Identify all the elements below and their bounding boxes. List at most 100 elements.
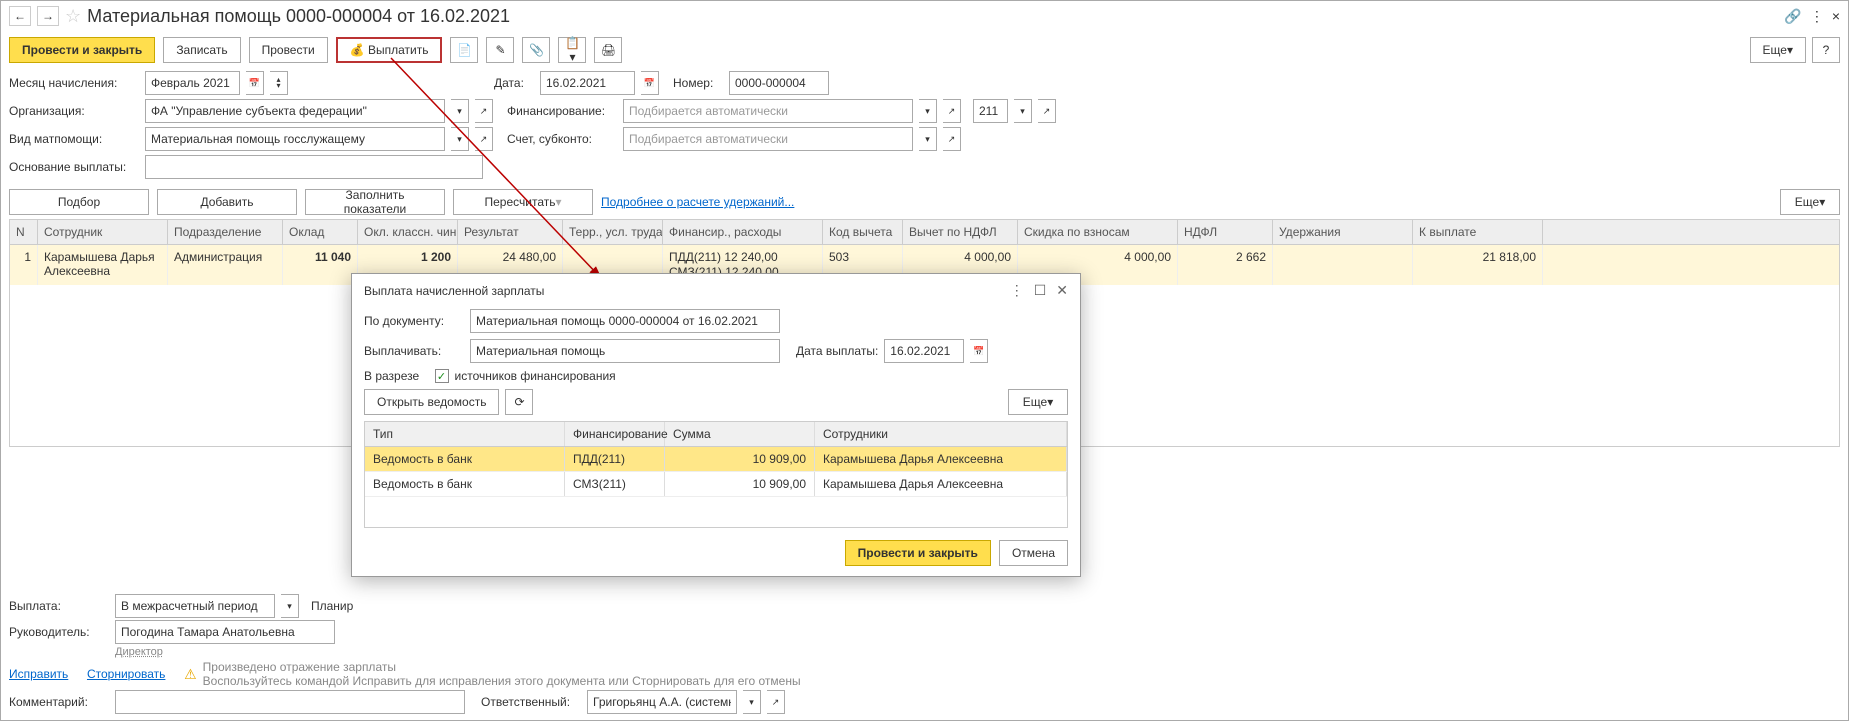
number-label: Номер: [673, 76, 723, 90]
payment-dialog: Выплата начисленной зарплаты ⋮ ☐ ✕ По до… [351, 273, 1081, 577]
date-input[interactable] [540, 71, 635, 95]
write-button[interactable]: Записать [163, 37, 240, 63]
split-check-label: источников финансирования [455, 369, 616, 383]
mgr-input[interactable] [115, 620, 335, 644]
org-open[interactable]: ↗ [475, 99, 493, 123]
attach-icon-button[interactable]: 📎 [522, 37, 550, 63]
type-dropdown[interactable]: ▾ [451, 127, 469, 151]
close-icon[interactable]: × [1832, 8, 1840, 25]
col-terr: Терр., усл. труда [563, 220, 663, 244]
copy-icon-button[interactable]: 📋▾ [558, 37, 586, 63]
recalc-button[interactable]: Пересчитать ▾ [453, 189, 593, 215]
nav-forward-button[interactable]: → [37, 6, 59, 26]
reason-input[interactable] [145, 155, 483, 179]
fix-link[interactable]: Исправить [9, 667, 68, 681]
dcol-sum: Сумма [665, 422, 815, 446]
account-label: Счет, субконто: [507, 132, 617, 146]
col-dedcode: Код вычета [823, 220, 903, 244]
resp-input[interactable] [587, 690, 737, 714]
link-icon[interactable]: 🔗 [1784, 8, 1801, 25]
money-icon: 💰 [350, 43, 365, 57]
what-label: Выплачивать: [364, 344, 464, 358]
warn-text2: Воспользуйтесь командой Исправить для ис… [203, 674, 801, 688]
type-input[interactable] [145, 127, 445, 151]
dialog-row-0[interactable]: Ведомость в банк ПДД(211) 10 909,00 Кара… [365, 447, 1067, 472]
fin-dropdown[interactable]: ▾ [919, 99, 937, 123]
col-emp: Сотрудник [38, 220, 168, 244]
open-vedomost-button[interactable]: Открыть ведомость [364, 389, 499, 415]
what-input[interactable] [470, 339, 780, 363]
pay-input[interactable] [115, 594, 275, 618]
split-checkbox[interactable]: ✓ [435, 369, 449, 383]
refresh-button[interactable]: ⟳ [505, 389, 533, 415]
col-withh: Удержания [1273, 220, 1413, 244]
paydate-calendar-icon[interactable]: 📅 [970, 339, 988, 363]
fin-open[interactable]: ↗ [943, 99, 961, 123]
details-link[interactable]: Подробнее о расчете удержаний... [601, 195, 794, 209]
more-button[interactable]: Еще ▾ [1750, 37, 1806, 63]
paydate-input[interactable] [884, 339, 964, 363]
kosgu-open[interactable]: ↗ [1038, 99, 1056, 123]
col-contrdisc: Скидка по взносам [1018, 220, 1178, 244]
dialog-row-1[interactable]: Ведомость в банк СМЗ(211) 10 909,00 Кара… [365, 472, 1067, 497]
storno-link[interactable]: Сторнировать [87, 667, 165, 681]
print-icon-button[interactable]: 🖨 [594, 37, 622, 63]
month-spinner[interactable]: ▴▾ [270, 71, 288, 95]
report-icon-button[interactable]: 📄 [450, 37, 478, 63]
kosgu-input[interactable] [973, 99, 1008, 123]
kosgu-dropdown[interactable]: ▾ [1014, 99, 1032, 123]
plan-label: Планир [311, 599, 353, 613]
dialog-close-icon[interactable]: ✕ [1056, 282, 1068, 299]
account-open[interactable]: ↗ [943, 127, 961, 151]
dialog-title: Выплата начисленной зарплаты [364, 284, 544, 298]
pick-button[interactable]: Подбор [9, 189, 149, 215]
mgr-label: Руководитель: [9, 625, 109, 639]
help-button[interactable]: ? [1812, 37, 1840, 63]
post-button[interactable]: Провести [249, 37, 328, 63]
pay-button[interactable]: 💰 Выплатить [336, 37, 443, 63]
dialog-max-icon[interactable]: ☐ [1034, 282, 1047, 299]
dcol-emp: Сотрудники [815, 422, 1067, 446]
col-salary: Оклад [283, 220, 358, 244]
dcol-fin: Финансирование [565, 422, 665, 446]
warning-icon: ⚠ [184, 666, 197, 683]
dialog-cancel-button[interactable]: Отмена [999, 540, 1068, 566]
dialog-post-close-button[interactable]: Провести и закрыть [845, 540, 991, 566]
favorite-star-icon[interactable]: ☆ [65, 6, 81, 27]
month-input[interactable] [145, 71, 240, 95]
more-icon[interactable]: ⋮ [1810, 8, 1824, 25]
account-dropdown[interactable]: ▾ [919, 127, 937, 151]
type-open[interactable]: ↗ [475, 127, 493, 151]
post-close-button[interactable]: Провести и закрыть [9, 37, 155, 63]
account-input[interactable] [623, 127, 913, 151]
month-label: Месяц начисления: [9, 76, 139, 90]
col-ndfl: НДФЛ [1178, 220, 1273, 244]
fill-button[interactable]: Заполнить показатели [305, 189, 445, 215]
col-result: Результат [458, 220, 563, 244]
resp-dropdown[interactable]: ▾ [743, 690, 761, 714]
number-input[interactable] [729, 71, 829, 95]
resp-open[interactable]: ↗ [767, 690, 785, 714]
month-calendar-icon[interactable]: 📅 [246, 71, 264, 95]
dialog-more-button[interactable]: Еще ▾ [1008, 389, 1068, 415]
date-calendar-icon[interactable]: 📅 [641, 71, 659, 95]
org-input[interactable] [145, 99, 445, 123]
edit-icon-button[interactable]: ✎ [486, 37, 514, 63]
pay-label: Выплата: [9, 599, 109, 613]
doc-label: По документу: [364, 314, 464, 328]
fin-label: Финансирование: [507, 104, 617, 118]
col-dept: Подразделение [168, 220, 283, 244]
dialog-more-icon[interactable]: ⋮ [1010, 282, 1024, 299]
comment-input[interactable] [115, 690, 465, 714]
doc-input[interactable] [470, 309, 780, 333]
reason-label: Основание выплаты: [9, 160, 139, 174]
dcol-type: Тип [365, 422, 565, 446]
nav-back-button[interactable]: ← [9, 6, 31, 26]
fin-input[interactable] [623, 99, 913, 123]
add-button[interactable]: Добавить [157, 189, 297, 215]
table-more-button[interactable]: Еще ▾ [1780, 189, 1840, 215]
pay-dropdown[interactable]: ▾ [281, 594, 299, 618]
dialog-grid[interactable]: Тип Финансирование Сумма Сотрудники Ведо… [364, 421, 1068, 528]
page-title: Материальная помощь 0000-000004 от 16.02… [87, 6, 510, 27]
org-dropdown[interactable]: ▾ [451, 99, 469, 123]
